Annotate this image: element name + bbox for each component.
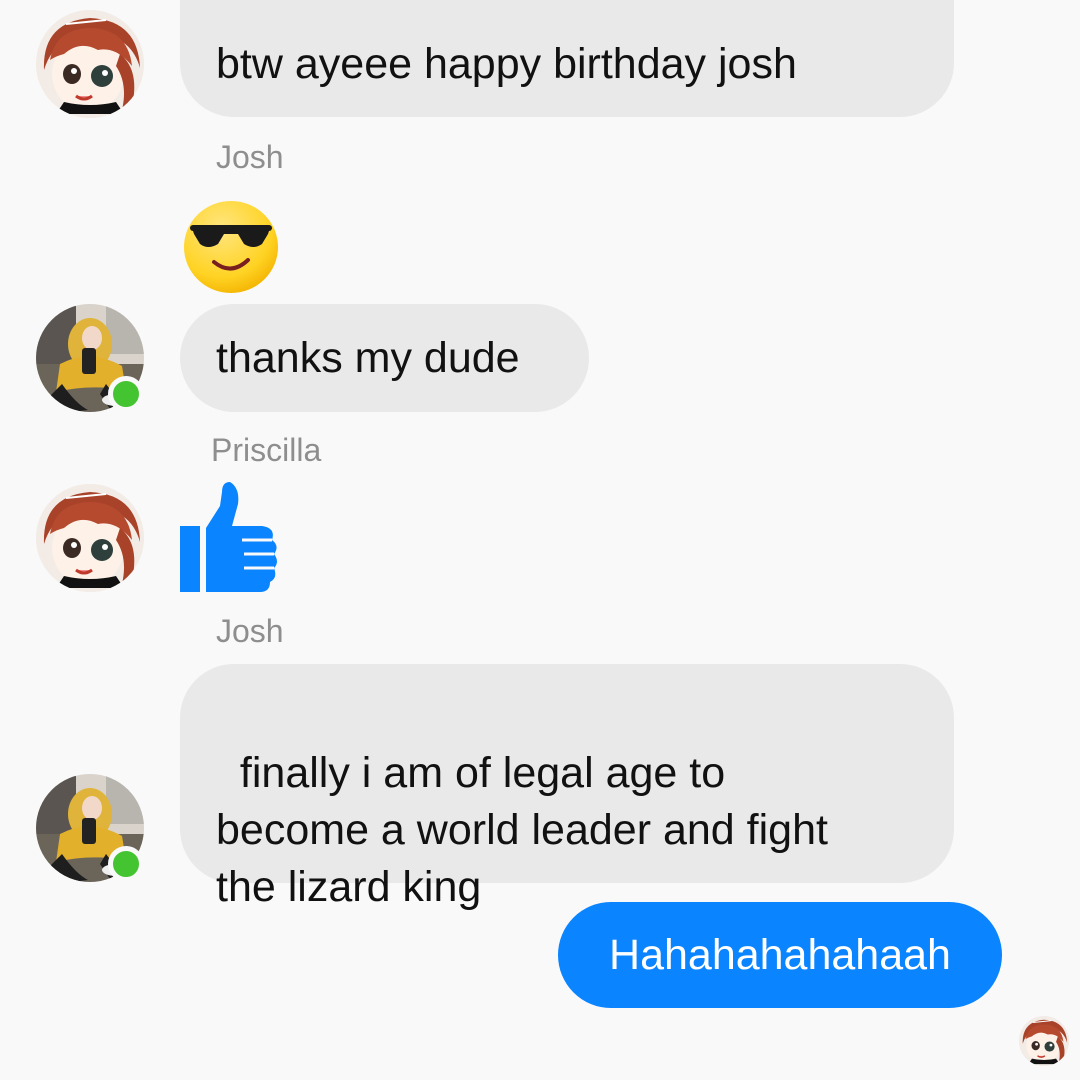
message-text: finally i am of legal age to become a wo… <box>216 749 828 911</box>
online-status-dot <box>108 376 144 412</box>
anime-avatar-icon <box>36 10 144 118</box>
online-status-dot <box>108 846 144 882</box>
sender-name: Josh <box>216 139 284 175</box>
like-sticker[interactable] <box>180 482 280 592</box>
message-bubble[interactable]: thanks my dude <box>180 304 589 412</box>
sunglasses-smiley-icon <box>184 201 278 293</box>
thumbs-up-icon <box>180 482 277 592</box>
anime-avatar-icon <box>36 484 144 592</box>
sunglasses-smiley-sticker[interactable] <box>182 198 280 294</box>
message-text: Hahahahahahaah <box>609 930 951 979</box>
anime-avatar-icon <box>1019 1016 1069 1066</box>
message-bubble[interactable]: finally i am of legal age to become a wo… <box>180 664 954 911</box>
message-text: btw ayeee happy birthday josh <box>216 40 797 88</box>
avatar-priscilla[interactable] <box>36 484 144 592</box>
message-bubble[interactable]: btw ayeee happy birthday josh <box>180 0 954 117</box>
outgoing-message-bubble[interactable]: Hahahahahahaah <box>558 902 1002 1008</box>
avatar-priscilla[interactable] <box>36 10 144 118</box>
sender-name: Priscilla <box>211 432 322 468</box>
message-text: thanks my dude <box>216 333 520 382</box>
sender-name: Josh <box>216 613 284 649</box>
read-receipt-avatar <box>1019 1016 1069 1066</box>
